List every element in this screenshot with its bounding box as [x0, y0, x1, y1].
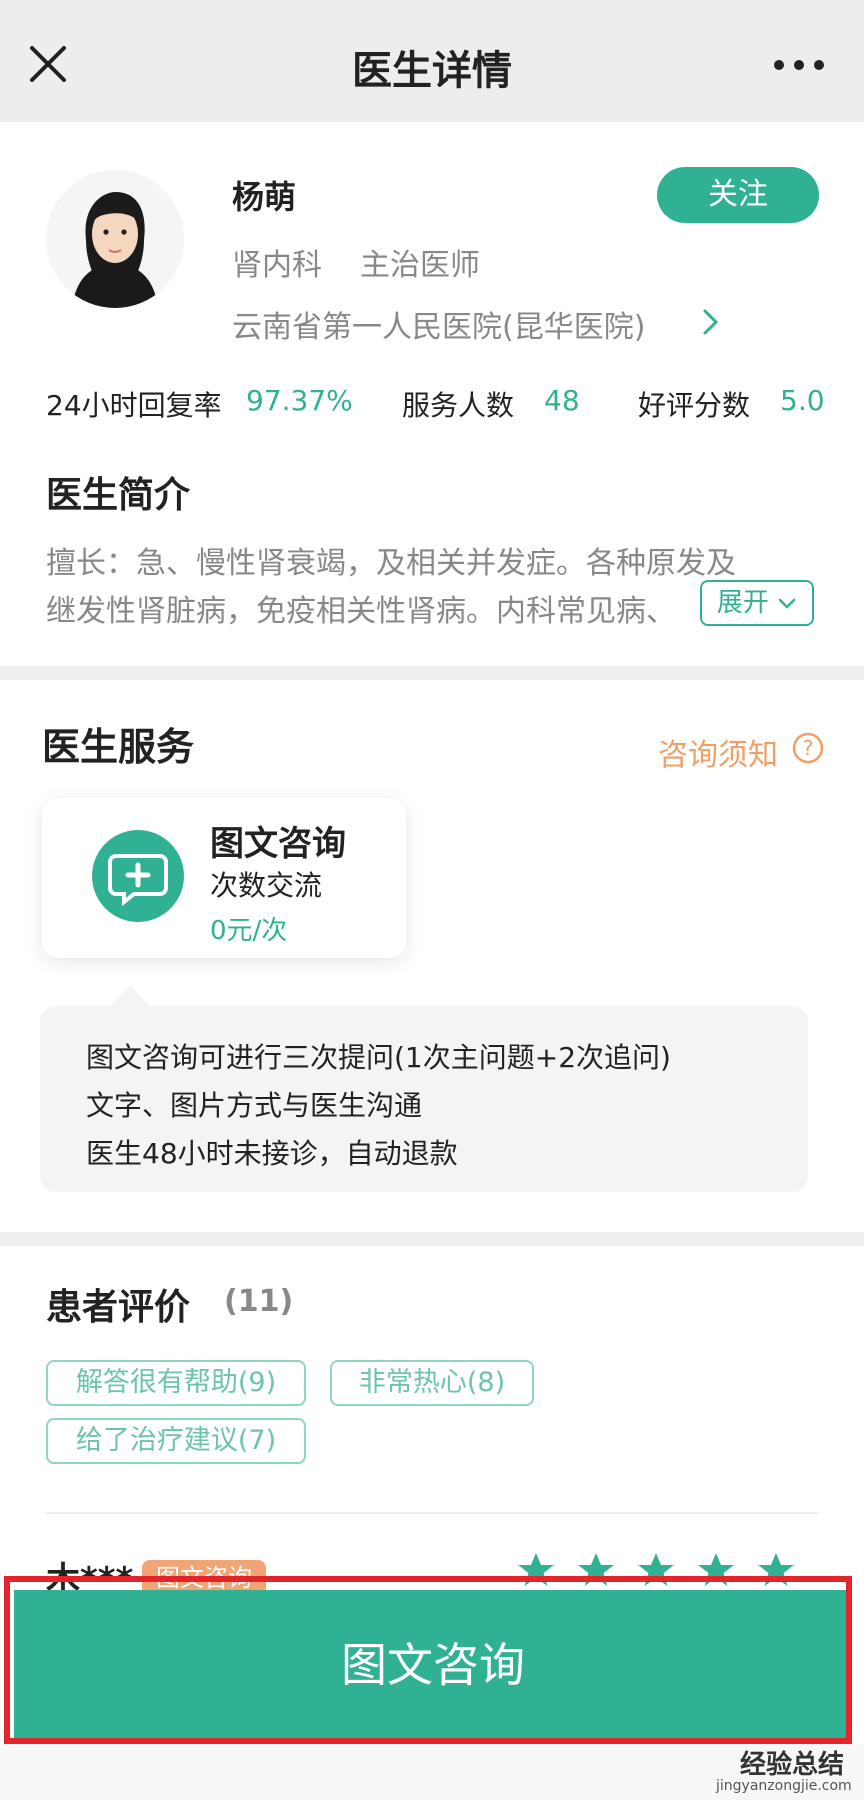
- intro-heading: 医生简介: [46, 475, 191, 516]
- served-count-label: 服务人数: [402, 389, 515, 422]
- info-line: 图文咨询可进行三次提问(1次主问题+2次追问): [86, 1041, 671, 1074]
- doctor-department: 肾内科: [232, 248, 322, 283]
- section-divider: [0, 666, 864, 680]
- reply-rate-value: 97.37%: [246, 384, 353, 417]
- chevron-right-icon[interactable]: [700, 306, 722, 338]
- expand-button[interactable]: 展开: [700, 580, 814, 626]
- intro-text-line: 擅长：急、慢性肾衰竭，及相关并发症。各种原发及: [46, 546, 736, 581]
- service-price: 0元/次: [210, 916, 288, 946]
- info-line: 医生48小时未接诊，自动退款: [86, 1137, 458, 1170]
- service-card-image-text[interactable]: 图文咨询 次数交流 0元/次: [42, 798, 406, 958]
- review-tag[interactable]: 非常热心(8): [330, 1360, 534, 1406]
- list-divider: [46, 1512, 818, 1514]
- question-icon[interactable]: ?: [792, 732, 824, 764]
- highlight-annotation: [4, 1576, 852, 1744]
- doctor-name: 杨萌: [232, 178, 297, 216]
- follow-button[interactable]: 关注: [657, 167, 819, 223]
- rating-label: 好评分数: [638, 389, 751, 422]
- svg-text:?: ?: [803, 736, 814, 760]
- info-line: 文字、图片方式与医生沟通: [86, 1089, 423, 1122]
- info-pointer: [110, 986, 150, 1006]
- intro-text-line: 继发性肾脏病，免疫相关性肾病。内科常见病、: [46, 594, 676, 629]
- reviews-heading: 患者评价: [46, 1287, 191, 1328]
- watermark-text: 经验总结: [740, 1750, 845, 1780]
- reviews-count: (11): [224, 1284, 294, 1319]
- doctor-title: 主治医师: [360, 248, 480, 283]
- page-title: 医生详情: [352, 48, 512, 94]
- served-count-value: 48: [544, 384, 580, 417]
- doctor-hospital-link[interactable]: 云南省第一人民医院(昆华医院): [232, 302, 645, 346]
- chat-medical-icon: [92, 830, 184, 922]
- rating-value: 5.0: [780, 384, 825, 417]
- service-name: 图文咨询: [210, 824, 346, 864]
- more-icon[interactable]: [774, 60, 824, 72]
- chevron-down-icon: [778, 598, 796, 609]
- section-divider: [0, 1232, 864, 1246]
- consult-notice-link[interactable]: 咨询须知: [658, 730, 778, 774]
- expand-label: 展开: [716, 588, 769, 618]
- service-desc: 次数交流: [210, 869, 323, 902]
- service-heading: 医生服务: [42, 725, 195, 769]
- reply-rate-label: 24小时回复率: [46, 389, 222, 422]
- review-tag[interactable]: 解答很有帮助(9): [46, 1360, 306, 1406]
- watermark-url: jingyanzongjie.com: [716, 1778, 852, 1794]
- service-info-box: 图文咨询可进行三次提问(1次主问题+2次追问) 文字、图片方式与医生沟通 医生4…: [40, 1006, 808, 1192]
- doctor-avatar: [46, 170, 184, 308]
- review-tag[interactable]: 给了治疗建议(7): [46, 1418, 306, 1464]
